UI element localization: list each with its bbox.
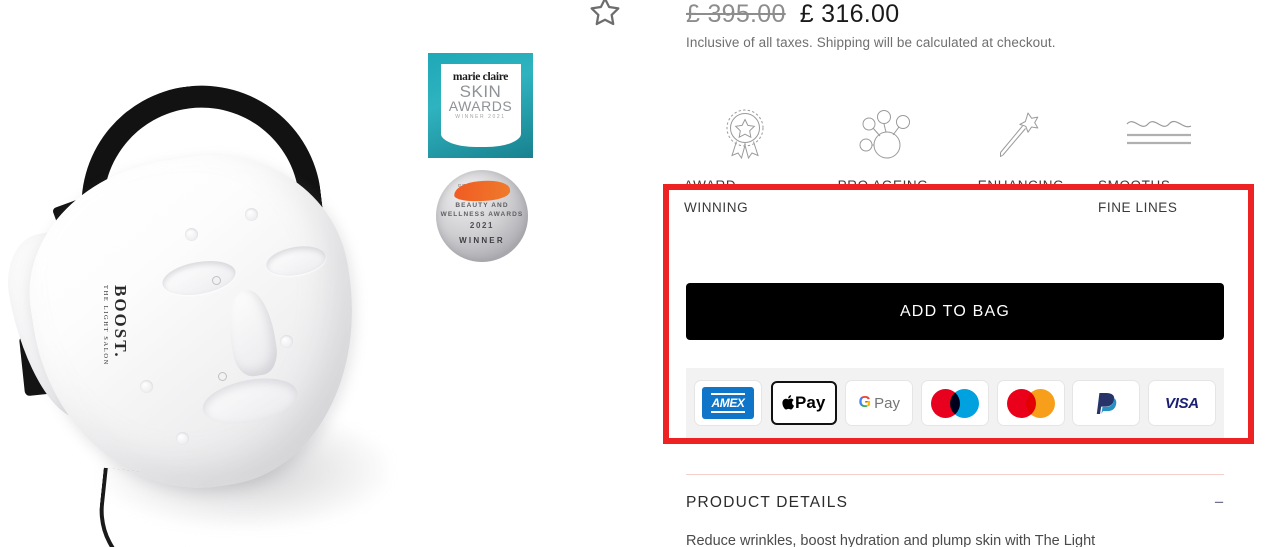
payment-mastercard[interactable] xyxy=(997,381,1064,425)
product-gallery: BOOST. THE LIGHT SALON marie claire SKIN… xyxy=(0,0,660,547)
amex-label: AMEX xyxy=(711,393,745,413)
feature-enhancing: ENHANCING xyxy=(952,105,1090,219)
brand-name: BOOST. xyxy=(111,285,130,359)
marie-claire-awards: AWARDS xyxy=(448,98,513,114)
add-to-bag-button[interactable]: ADD TO BAG xyxy=(686,283,1224,340)
magic-wand-icon xyxy=(995,105,1047,165)
award-badge-beauty-wellness: GET THE GLOSS BEAUTY AND WELLNESS AWARDS… xyxy=(436,170,528,262)
payment-amex[interactable]: AMEX xyxy=(695,381,761,425)
payment-paypal[interactable] xyxy=(1073,381,1140,425)
google-pay-label: Pay xyxy=(874,394,900,412)
marie-claire-skin: SKIN xyxy=(459,82,502,101)
product-page: BOOST. THE LIGHT SALON marie claire SKIN… xyxy=(0,0,1288,547)
payment-google-pay[interactable]: G Pay xyxy=(846,381,913,425)
feature-smooths-fine-lines: SMOOTHS FINE LINES xyxy=(1090,105,1228,219)
bw-winner: WINNER xyxy=(459,236,505,245)
mask-led xyxy=(185,228,198,241)
visa-label: VISA xyxy=(1165,394,1199,412)
feature-label: PRO AGEING xyxy=(837,178,929,193)
product-info-panel: £ 395.00 £ 316.00 Inclusive of all taxes… xyxy=(660,0,1288,547)
mastercard-logo-icon xyxy=(1006,388,1055,418)
star-outline-icon[interactable] xyxy=(588,0,622,29)
payment-visa[interactable]: VISA xyxy=(1148,381,1215,425)
product-details-accordion-header[interactable]: PRODUCT DETAILS − xyxy=(686,493,1224,513)
mask-led-dot xyxy=(212,276,221,285)
mask-led xyxy=(176,432,189,445)
mask-led xyxy=(245,208,258,221)
original-price: £ 395.00 xyxy=(686,0,786,28)
feature-label: AWARD WINNING xyxy=(684,178,749,215)
google-g-icon: G xyxy=(858,394,872,411)
feature-pro-ageing: PRO AGEING xyxy=(814,105,952,219)
feature-award-winning: AWARD WINNING xyxy=(676,105,814,219)
wavy-lines-icon xyxy=(1124,105,1194,165)
cart-area: ADD TO BAG xyxy=(686,283,1224,340)
led-face-mask-image[interactable]: BOOST. THE LIGHT SALON xyxy=(0,71,450,547)
award-rosette-icon xyxy=(722,105,768,165)
apple-logo-icon xyxy=(782,395,795,410)
product-details-body: Reduce wrinkles, boost hydration and plu… xyxy=(686,533,1096,547)
tax-shipping-note: Inclusive of all taxes. Shipping will be… xyxy=(686,35,1056,50)
product-details-title: PRODUCT DETAILS xyxy=(686,494,849,511)
feature-highlights: AWARD WINNING PRO AGEING ENHANCING SMOOT… xyxy=(676,105,1276,219)
molecule-icon xyxy=(853,105,913,165)
mask-led-dot xyxy=(218,372,227,381)
section-divider xyxy=(686,474,1224,475)
apple-pay-label: Pay xyxy=(795,393,826,412)
payment-maestro[interactable] xyxy=(921,381,988,425)
bw-line-2: WELLNESS AWARDS xyxy=(440,211,524,218)
feature-label: SMOOTHS FINE LINES xyxy=(1098,178,1178,215)
collapse-minus-icon[interactable]: − xyxy=(1214,493,1224,513)
power-cable xyxy=(92,467,194,547)
feature-label: ENHANCING xyxy=(977,178,1065,193)
marie-claire-winner-year: WINNER 2021 xyxy=(455,114,506,120)
mask-led xyxy=(280,335,293,348)
paypal-logo-icon xyxy=(1097,393,1117,414)
maestro-logo-icon xyxy=(930,388,979,418)
payment-methods-strip: AMEX Pay G Pay VISA xyxy=(686,368,1224,438)
price-row: £ 395.00 £ 316.00 xyxy=(686,0,899,29)
bw-year: 2021 xyxy=(469,221,495,230)
bw-line-1: BEAUTY AND xyxy=(455,202,509,209)
brand-tagline: THE LIGHT SALON xyxy=(102,285,109,366)
product-brand-mark: BOOST. THE LIGHT SALON xyxy=(102,285,130,366)
award-badge-marie-claire: marie claire SKIN AWARDS WINNER 2021 xyxy=(428,53,533,158)
mask-led xyxy=(140,380,153,393)
payment-apple-pay[interactable]: Pay xyxy=(770,381,837,425)
current-price: £ 316.00 xyxy=(799,0,900,28)
